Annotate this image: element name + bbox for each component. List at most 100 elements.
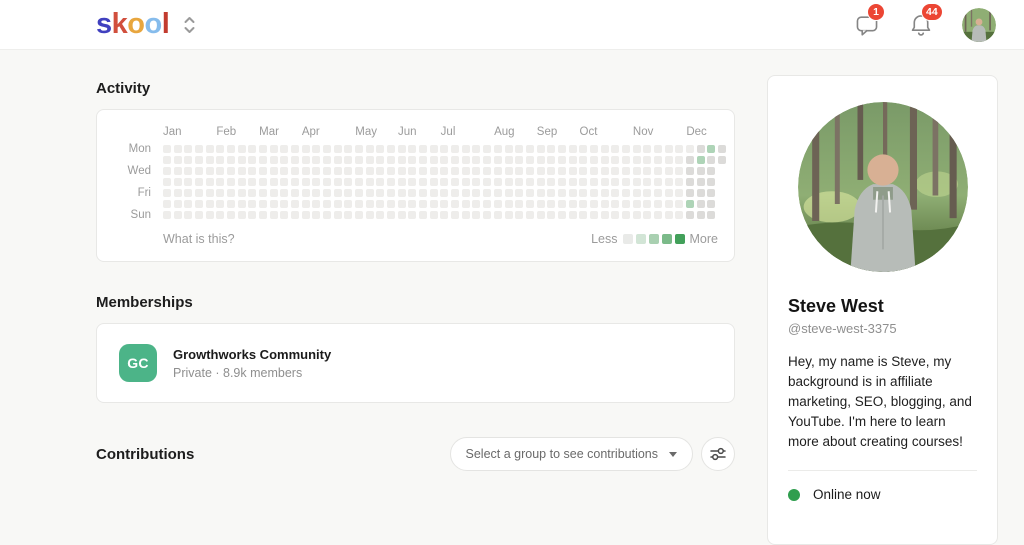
heatmap-cell[interactable] [675,178,684,186]
heatmap-cell[interactable] [653,211,662,219]
heatmap-cell[interactable] [173,156,182,164]
heatmap-cell[interactable] [408,200,417,208]
heatmap-cell[interactable] [227,189,236,197]
heatmap-cell[interactable] [344,145,353,153]
group-select-dropdown[interactable]: Select a group to see contributions [449,437,693,471]
heatmap-cell[interactable] [301,167,310,175]
heatmap-cell[interactable] [429,200,438,208]
heatmap-cell[interactable] [184,156,193,164]
heatmap-cell[interactable] [611,178,620,186]
heatmap-cell[interactable] [259,167,268,175]
heatmap-cell[interactable] [483,200,492,208]
heatmap-cell[interactable] [707,211,716,219]
heatmap-cell[interactable] [600,189,609,197]
heatmap-cell[interactable] [419,200,428,208]
heatmap-cell[interactable] [291,167,300,175]
heatmap-cell[interactable] [184,200,193,208]
heatmap-cell[interactable] [419,211,428,219]
heatmap-cell[interactable] [493,156,502,164]
heatmap-cell[interactable] [269,167,278,175]
heatmap-cell[interactable] [632,211,641,219]
heatmap-cell[interactable] [472,156,481,164]
heatmap-cell[interactable] [163,189,171,197]
heatmap-cell[interactable] [312,178,321,186]
heatmap-cell[interactable] [301,189,310,197]
heatmap-cell[interactable] [163,156,171,164]
heatmap-cell[interactable] [643,167,652,175]
heatmap-cell[interactable] [163,211,171,219]
heatmap-cell[interactable] [440,211,449,219]
heatmap-cell[interactable] [643,211,652,219]
heatmap-cell[interactable] [579,167,588,175]
heatmap-cell[interactable] [557,189,566,197]
heatmap-cell[interactable] [579,189,588,197]
heatmap-cell[interactable] [696,178,705,186]
heatmap-cell[interactable] [643,178,652,186]
heatmap-cell[interactable] [621,145,630,153]
heatmap-cell[interactable] [589,167,598,175]
heatmap-cell[interactable] [536,200,545,208]
heatmap-cell[interactable] [333,200,342,208]
heatmap-cell[interactable] [355,156,364,164]
heatmap-cell[interactable] [440,145,449,153]
heatmap-cell[interactable] [323,145,332,153]
heatmap-cell[interactable] [440,167,449,175]
heatmap-cell[interactable] [579,156,588,164]
heatmap-cell[interactable] [589,189,598,197]
heatmap-cell[interactable] [515,189,524,197]
heatmap-cell[interactable] [547,211,556,219]
heatmap-cell[interactable] [291,178,300,186]
heatmap-cell[interactable] [344,211,353,219]
heatmap-cell[interactable] [216,156,225,164]
heatmap-cell[interactable] [237,178,246,186]
heatmap-cell[interactable] [195,200,204,208]
heatmap-cell[interactable] [408,156,417,164]
heatmap-cell[interactable] [611,156,620,164]
heatmap-cell[interactable] [472,189,481,197]
heatmap-cell[interactable] [280,178,289,186]
heatmap-cell[interactable] [344,178,353,186]
heatmap-cell[interactable] [408,145,417,153]
heatmap-cell[interactable] [376,167,385,175]
heatmap-cell[interactable] [557,156,566,164]
heatmap-cell[interactable] [312,145,321,153]
heatmap-cell[interactable] [237,145,246,153]
heatmap-cell[interactable] [259,156,268,164]
heatmap-cell[interactable] [248,156,257,164]
heatmap-cell[interactable] [685,189,694,197]
heatmap-cell[interactable] [248,178,257,186]
heatmap-cell[interactable] [205,189,214,197]
heatmap-cell[interactable] [621,167,630,175]
heatmap-cell[interactable] [579,211,588,219]
heatmap-cell[interactable] [483,211,492,219]
heatmap-cell[interactable] [237,200,246,208]
heatmap-cell[interactable] [440,156,449,164]
heatmap-cell[interactable] [483,145,492,153]
heatmap-cell[interactable] [600,211,609,219]
heatmap-cell[interactable] [280,145,289,153]
heatmap-cell[interactable] [205,211,214,219]
heatmap-cell[interactable] [301,200,310,208]
heatmap-cell[interactable] [696,156,705,164]
heatmap-cell[interactable] [323,178,332,186]
heatmap-cell[interactable] [504,156,513,164]
heatmap-cell[interactable] [472,167,481,175]
heatmap-cell[interactable] [291,200,300,208]
heatmap-cell[interactable] [333,189,342,197]
heatmap-cell[interactable] [387,189,396,197]
notifications-button[interactable]: 44 [908,2,943,38]
heatmap-cell[interactable] [301,211,310,219]
heatmap-cell[interactable] [525,211,534,219]
heatmap-cell[interactable] [472,145,481,153]
heatmap-cell[interactable] [227,145,236,153]
heatmap-cell[interactable] [259,200,268,208]
heatmap-cell[interactable] [653,200,662,208]
heatmap-cell[interactable] [643,156,652,164]
heatmap-cell[interactable] [376,200,385,208]
heatmap-cell[interactable] [461,156,470,164]
heatmap-cell[interactable] [525,156,534,164]
heatmap-cell[interactable] [653,167,662,175]
heatmap-cell[interactable] [376,178,385,186]
heatmap-cell[interactable] [632,189,641,197]
heatmap-cell[interactable] [621,200,630,208]
